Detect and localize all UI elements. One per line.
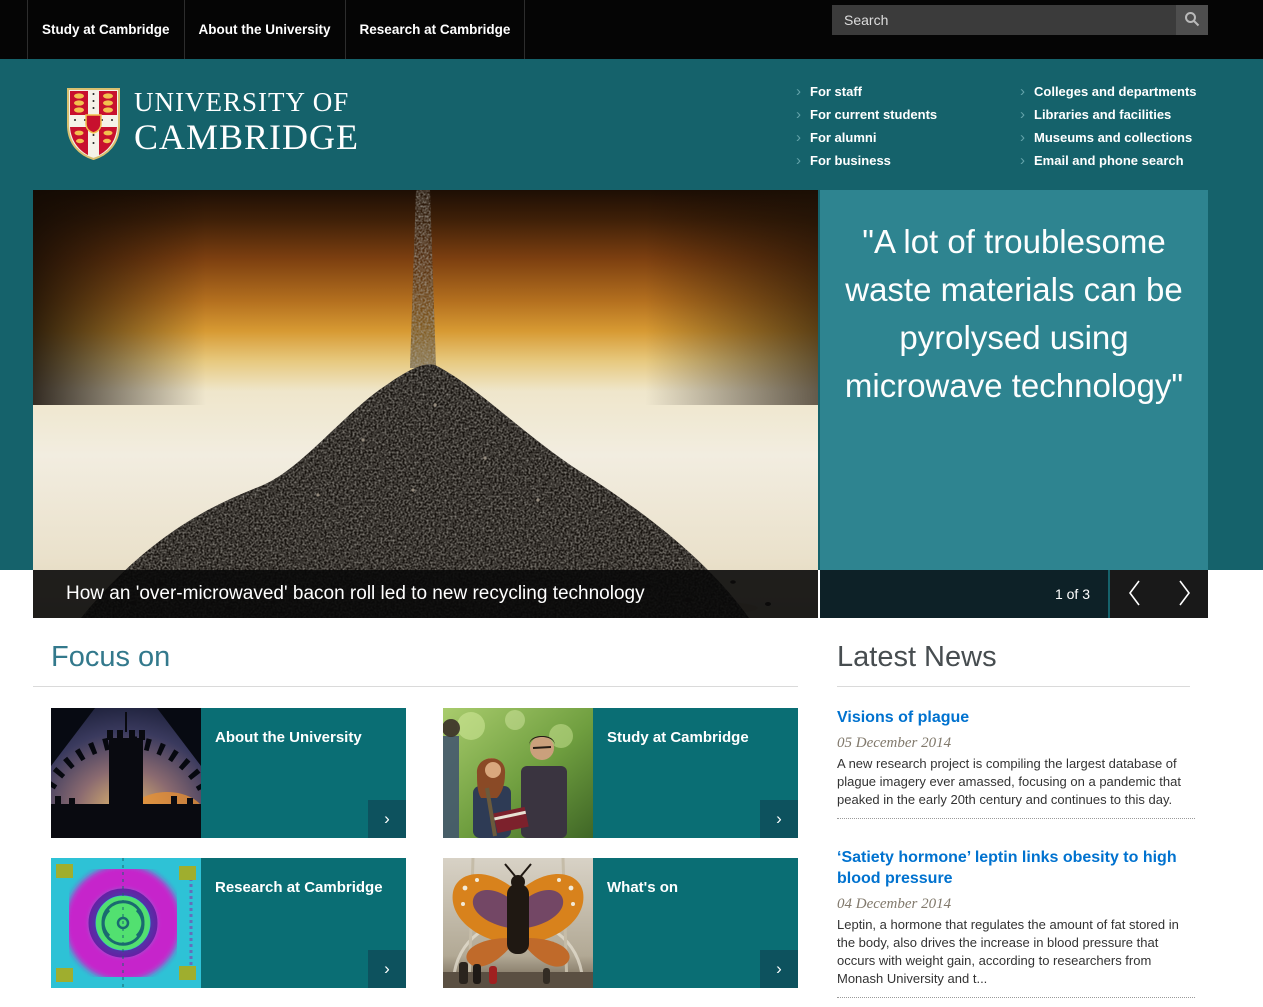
link-label: For alumni xyxy=(810,130,876,145)
latest-news-divider xyxy=(837,686,1190,687)
tile-whats-on[interactable]: What's on › xyxy=(443,858,798,988)
link-colleges-and-departments[interactable]: › Colleges and departments xyxy=(1020,80,1230,103)
university-logo[interactable]: UNIVERSITY OF CAMBRIDGE xyxy=(66,87,359,166)
carousel-next-button[interactable] xyxy=(1159,570,1208,618)
tab-research-at-cambridge[interactable]: Research at Cambridge xyxy=(345,0,526,59)
tile-panel: Research at Cambridge › xyxy=(201,858,406,988)
tile-title: Study at Cambridge xyxy=(593,708,798,746)
hero-carousel-slide[interactable]: How an 'over-microwaved' bacon roll led … xyxy=(33,190,818,618)
search-icon xyxy=(1184,11,1200,30)
tile-title: About the University xyxy=(201,708,406,746)
logo-line-2: CAMBRIDGE xyxy=(134,118,359,156)
tile-research-at-cambridge[interactable]: Research at Cambridge › xyxy=(51,858,406,988)
tile-panel: What's on › xyxy=(593,858,798,988)
chevron-right-icon: › xyxy=(776,959,782,979)
chevron-right-icon: › xyxy=(796,84,801,99)
link-libraries-and-facilities[interactable]: › Libraries and facilities xyxy=(1020,103,1230,126)
butterfly-exhibit-image xyxy=(443,858,593,988)
chevron-right-icon: › xyxy=(796,130,801,145)
news-headline-satiety-hormone[interactable]: ‘Satiety hormone’ leptin links obesity t… xyxy=(837,847,1195,889)
chevron-left-icon xyxy=(1126,578,1144,611)
hero-quote-text: "A lot of troublesome waste materials ca… xyxy=(830,218,1198,410)
news-dotted-divider xyxy=(837,818,1195,819)
carousel-controls xyxy=(1108,570,1208,618)
chevron-right-icon: › xyxy=(1020,107,1025,122)
carousel-page-indicator: 1 of 3 xyxy=(1055,586,1090,602)
chevron-right-icon: › xyxy=(384,959,390,979)
link-label: Email and phone search xyxy=(1034,153,1184,168)
carousel-prev-button[interactable] xyxy=(1110,570,1159,618)
quick-links-column-1: › For staff › For current students › For… xyxy=(796,80,1011,172)
cambridge-shield-icon xyxy=(66,87,121,166)
link-label: For current students xyxy=(810,107,937,122)
tile-study-at-cambridge[interactable]: Study at Cambridge › xyxy=(443,708,798,838)
link-for-business[interactable]: › For business xyxy=(796,149,1011,172)
tile-arrow-button[interactable]: › xyxy=(368,950,406,988)
link-label: Colleges and departments xyxy=(1034,84,1197,99)
hero-image-pyrolysed-material xyxy=(33,190,818,618)
audience-tabs: Study at Cambridge About the University … xyxy=(27,0,525,59)
hero-quote-panel: "A lot of troublesome waste materials ca… xyxy=(820,190,1208,570)
chevron-right-icon xyxy=(1175,578,1193,611)
news-summary: Leptin, a hormone that regulates the amo… xyxy=(837,916,1195,988)
carousel-pagination: 1 of 3 xyxy=(820,570,1108,618)
tile-about-the-university[interactable]: About the University › xyxy=(51,708,406,838)
news-item: Visions of plague 05 December 2014 A new… xyxy=(837,707,1195,819)
chevron-right-icon: › xyxy=(1020,153,1025,168)
tile-arrow-button[interactable]: › xyxy=(760,950,798,988)
news-summary: A new research project is compiling the … xyxy=(837,755,1195,809)
thermal-microscopy-image xyxy=(51,858,201,988)
link-label: Museums and collections xyxy=(1034,130,1192,145)
quick-links-column-2: › Colleges and departments › Libraries a… xyxy=(1020,80,1230,172)
tile-panel: Study at Cambridge › xyxy=(593,708,798,838)
logo-wordmark: UNIVERSITY OF CAMBRIDGE xyxy=(134,87,359,156)
focus-on-heading: Focus on xyxy=(51,641,170,674)
tile-arrow-button[interactable]: › xyxy=(760,800,798,838)
chevron-right-icon: › xyxy=(1020,84,1025,99)
news-date: 05 December 2014 xyxy=(837,735,1195,752)
link-for-current-students[interactable]: › For current students xyxy=(796,103,1011,126)
tower-silhouette-image xyxy=(51,708,201,838)
link-email-and-phone-search[interactable]: › Email and phone search xyxy=(1020,149,1230,172)
top-nav-bar: Study at Cambridge About the University … xyxy=(0,0,1263,59)
news-item: ‘Satiety hormone’ leptin links obesity t… xyxy=(837,847,1195,998)
focus-on-divider xyxy=(33,686,798,687)
news-dotted-divider xyxy=(837,997,1195,998)
link-for-staff[interactable]: › For staff xyxy=(796,80,1011,103)
link-label: For staff xyxy=(810,84,862,99)
hero-caption-link[interactable]: How an 'over-microwaved' bacon roll led … xyxy=(33,570,818,618)
tab-about-the-university[interactable]: About the University xyxy=(184,0,345,59)
link-label: Libraries and facilities xyxy=(1034,107,1171,122)
search-box xyxy=(832,5,1208,35)
news-date: 04 December 2014 xyxy=(837,896,1195,913)
chevron-right-icon: › xyxy=(776,809,782,829)
chevron-right-icon: › xyxy=(796,107,801,122)
tile-title: Research at Cambridge xyxy=(201,858,406,896)
tile-arrow-button[interactable]: › xyxy=(368,800,406,838)
tab-study-at-cambridge[interactable]: Study at Cambridge xyxy=(27,0,184,59)
tile-panel: About the University › xyxy=(201,708,406,838)
tile-title: What's on xyxy=(593,858,798,896)
link-museums-and-collections[interactable]: › Museums and collections xyxy=(1020,126,1230,149)
link-label: For business xyxy=(810,153,891,168)
chevron-right-icon: › xyxy=(1020,130,1025,145)
link-for-alumni[interactable]: › For alumni xyxy=(796,126,1011,149)
students-walking-image xyxy=(443,708,593,838)
search-input[interactable] xyxy=(832,5,1176,35)
chevron-right-icon: › xyxy=(384,809,390,829)
logo-line-1: UNIVERSITY OF xyxy=(134,87,359,118)
news-headline-visions-of-plague[interactable]: Visions of plague xyxy=(837,707,1195,728)
chevron-right-icon: › xyxy=(796,153,801,168)
latest-news-heading: Latest News xyxy=(837,641,997,674)
search-button[interactable] xyxy=(1176,5,1208,35)
cambridge-homepage: Study at Cambridge About the University … xyxy=(0,0,1263,1007)
